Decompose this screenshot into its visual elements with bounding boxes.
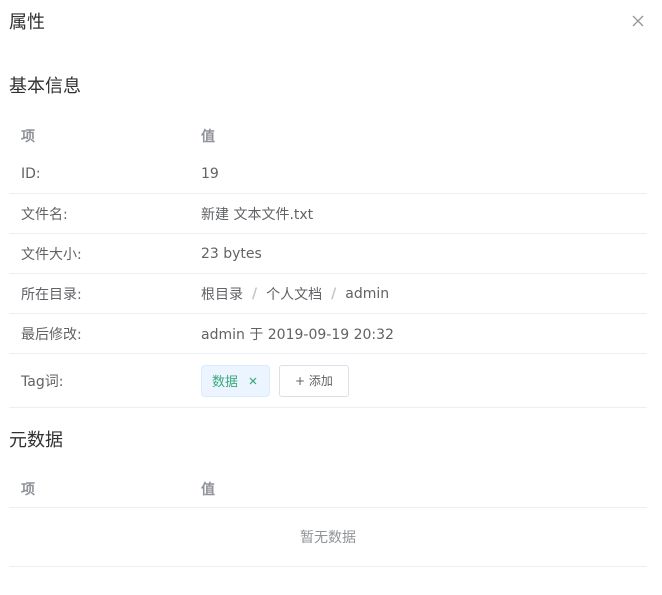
table-row: ID: 19 [9,154,647,194]
tag-text: 数据 [212,375,239,390]
table-row: Tag词: 数据 + 添加 [9,354,647,408]
header-key: 项 [21,482,35,498]
dir-label: 所在目录: [21,286,82,303]
metadata-table: 项 值 暂无数据 [9,471,647,567]
dialog-title: 属性 [9,12,45,33]
breadcrumb-root[interactable]: 根目录 [201,284,243,304]
filename-label: 文件名: [21,206,68,223]
table-row: 最后修改: admin 于 2019-09-19 20:32 [9,314,647,354]
tag-list: 数据 + 添加 [201,364,647,397]
breadcrumb-separator: / [331,285,337,302]
basic-info-title: 基本信息 [9,76,81,97]
modified-value: admin 于 2019-09-19 20:32 [201,326,394,343]
empty-state: 暂无数据 [9,507,647,567]
metadata-title: 元数据 [9,430,63,451]
close-icon[interactable] [631,14,647,30]
header-key: 项 [21,129,35,145]
table-row: 所在目录: 根目录 / 个人文档 / admin [9,274,647,314]
close-icon[interactable] [247,375,259,387]
id-label: ID: [21,165,41,182]
header-value: 值 [201,482,215,498]
id-value: 19 [201,165,219,182]
table-header: 项 值 [9,471,647,507]
table-header: 项 值 [9,118,647,154]
modified-label: 最后修改: [21,326,82,343]
filename-value: 新建 文本文件.txt [201,206,314,223]
tag-label: Tag词: [21,373,64,390]
breadcrumb: 根目录 / 个人文档 / admin [201,284,647,304]
breadcrumb-admin[interactable]: admin [345,286,389,302]
add-tag-button[interactable]: + 添加 [279,364,349,397]
size-value: 23 bytes [201,245,262,262]
basic-info-table: 项 值 ID: 19 文件名: 新建 文本文件.txt 文件大小: 23 byt… [9,118,647,408]
header-value: 值 [201,129,215,145]
breadcrumb-separator: / [252,285,258,302]
breadcrumb-docs[interactable]: 个人文档 [266,284,322,304]
size-label: 文件大小: [21,246,82,263]
table-row: 文件名: 新建 文本文件.txt [9,194,647,234]
tag-item: 数据 [201,364,271,397]
table-row: 文件大小: 23 bytes [9,234,647,274]
